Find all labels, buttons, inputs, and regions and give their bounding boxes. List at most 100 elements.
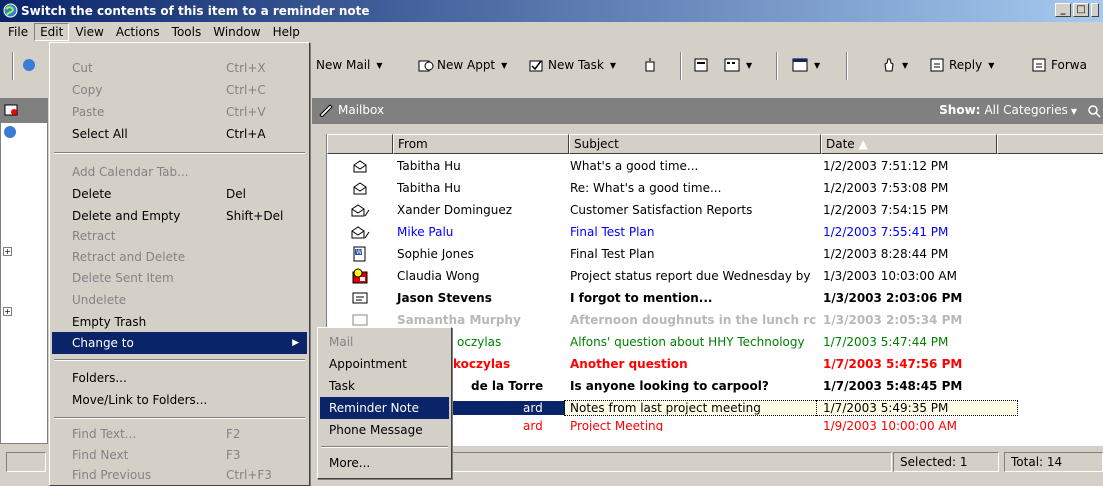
groupwise-globe-icon <box>3 3 18 18</box>
menu-item-undelete[interactable]: Undelete <box>52 289 307 311</box>
menu-item-cut[interactable]: Cut Ctrl+X <box>52 57 307 79</box>
chevron-down-icon[interactable]: ▼ <box>501 61 507 70</box>
change-to-submenu: Mail Appointment Task Reminder Note Phon… <box>317 327 452 479</box>
menu-view[interactable]: View <box>69 23 109 41</box>
menu-tools[interactable]: Tools <box>166 23 208 41</box>
menu-item-find-next[interactable]: Find Next F3 <box>52 444 307 466</box>
find-icon[interactable] <box>1087 104 1101 118</box>
menu-item-folders[interactable]: Folders... <box>52 367 307 389</box>
chevron-down-icon[interactable]: ▼ <box>376 61 382 70</box>
menu-item-label: Copy <box>72 83 103 97</box>
maximize-button[interactable]: □ <box>1073 3 1089 17</box>
column-from[interactable]: From <box>393 134 569 154</box>
message-subject: Project status report due Wednesday by <box>570 269 811 283</box>
address-book-icon <box>23 59 35 71</box>
table-row[interactable]: Tabitha Hu What's a good time... 1/2/200… <box>327 155 1103 177</box>
table-row[interactable]: Mike Palu Final Test Plan 1/2/2003 7:55:… <box>327 221 1103 243</box>
edit-menu: Cut Ctrl+X Copy Ctrl+C Paste Ctrl+V Select … <box>49 42 310 486</box>
folder-tree[interactable]: + + <box>0 122 48 444</box>
new-task-icon <box>529 60 543 72</box>
minimize-button[interactable]: _ <box>1055 3 1071 17</box>
menu-item-find-previous[interactable]: Find Previous Ctrl+F3 <box>52 464 307 486</box>
expand-icon[interactable]: + <box>3 247 12 256</box>
message-date: 1/7/2003 5:47:56 PM <box>823 357 963 371</box>
chevron-down-icon[interactable]: ▼ <box>902 61 908 70</box>
menu-item-paste[interactable]: Paste Ctrl+V <box>52 101 307 123</box>
new-note-button[interactable] <box>643 58 657 72</box>
message-date: 1/2/2003 7:51:12 PM <box>823 159 949 173</box>
submenu-item-reminder-note[interactable]: Reminder Note <box>320 397 449 419</box>
forward-button[interactable]: Forwa <box>1032 58 1087 72</box>
message-date: 1/7/2003 5:49:35 PM <box>816 400 1018 416</box>
calendar-view-button[interactable]: ▼ <box>792 58 820 72</box>
submenu-item-mail[interactable]: Mail <box>320 331 449 353</box>
show-label: Show: <box>939 103 981 117</box>
new-appt-button[interactable]: New Appt ▼ <box>418 58 507 72</box>
chevron-down-icon[interactable]: ▼ <box>746 61 752 70</box>
table-row[interactable]: Jason Stevens I forgot to mention... 1/3… <box>327 287 1103 309</box>
chevron-down-icon[interactable]: ▼ <box>988 61 994 70</box>
menu-item-copy[interactable]: Copy Ctrl+C <box>52 79 307 101</box>
menu-item-move-link[interactable]: Move/Link to Folders... <box>52 389 307 411</box>
reply-icon <box>930 58 944 72</box>
menu-item-retract[interactable]: Retract <box>52 225 307 247</box>
menu-window[interactable]: Window <box>207 23 266 41</box>
toolbar-separator <box>846 52 848 80</box>
menu-separator <box>54 417 305 419</box>
menu-item-change-to[interactable]: Change to ▶ <box>52 332 307 354</box>
category-filter[interactable]: Show: All Categories ▼ <box>939 103 1077 117</box>
new-task-button[interactable]: New Task ▼ <box>529 58 616 72</box>
view-button[interactable]: ▼ <box>724 58 752 72</box>
message-from: Jason Stevens <box>397 291 492 305</box>
menu-item-label: Find Text... <box>72 427 137 441</box>
message-date: 1/7/2003 5:48:45 PM <box>823 379 963 393</box>
menu-item-empty-trash[interactable]: Empty Trash <box>52 311 307 333</box>
menu-item-add-calendar-tab[interactable]: Add Calendar Tab... <box>52 161 307 183</box>
table-row[interactable]: Claudia Wong Project status report due W… <box>327 265 1103 287</box>
menu-edit[interactable]: Edit <box>34 23 70 41</box>
shortcut: Ctrl+V <box>226 105 266 119</box>
expand-icon[interactable]: + <box>3 307 12 316</box>
status-total: Total: 14 <box>1004 452 1103 472</box>
submenu-item-task[interactable]: Task <box>320 375 449 397</box>
address-book-button[interactable] <box>22 58 36 72</box>
new-note-icon <box>645 58 655 72</box>
close-button[interactable] <box>1091 3 1099 17</box>
menu-actions[interactable]: Actions <box>110 23 166 41</box>
menu-file[interactable]: File <box>2 23 34 41</box>
menu-item-delete-and-empty[interactable]: Delete and Empty Shift+Del <box>52 205 307 227</box>
toolbar-separator <box>776 52 778 80</box>
grab-button[interactable]: ▼ <box>882 58 908 72</box>
chevron-down-icon[interactable]: ▼ <box>814 61 820 70</box>
menu-item-delete[interactable]: Delete Del <box>52 183 307 205</box>
menu-item-retract-and-delete[interactable]: Retract and Delete <box>52 246 307 268</box>
column-date[interactable]: Date ▲ <box>821 134 997 154</box>
message-from: Sophie Jones <box>397 247 474 261</box>
menu-item-find-text[interactable]: Find Text... F2 <box>52 423 307 445</box>
folder-pane-header <box>0 98 48 122</box>
chevron-down-icon[interactable]: ▼ <box>1071 107 1077 116</box>
column-subject[interactable]: Subject <box>569 134 821 154</box>
menu-item-label: Cut <box>72 61 93 75</box>
table-row[interactable]: Xander Dominguez Customer Satisfaction R… <box>327 199 1103 221</box>
submenu-item-appointment[interactable]: Appointment <box>320 353 449 375</box>
submenu-item-more[interactable]: More... <box>320 452 449 474</box>
column-icon[interactable] <box>327 134 393 154</box>
new-mail-button[interactable]: New Mail ▼ <box>316 58 383 72</box>
menu-help[interactable]: Help <box>267 23 306 41</box>
message-date: 1/3/2003 2:03:06 PM <box>823 291 963 305</box>
reply-button[interactable]: Reply ▼ <box>930 58 994 72</box>
submenu-item-phone-message[interactable]: Phone Message <box>320 419 449 441</box>
new-mail-label: New Mail <box>316 58 371 72</box>
preview-button[interactable] <box>694 58 708 72</box>
menu-item-delete-sent-item[interactable]: Delete Sent Item <box>52 267 307 289</box>
table-row[interactable]: Tabitha Hu Re: What's a good time... 1/2… <box>327 177 1103 199</box>
message-date: 1/2/2003 7:54:15 PM <box>823 203 949 217</box>
column-extra[interactable] <box>997 134 1103 154</box>
message-from: Tabitha Hu <box>397 159 461 173</box>
message-date: 1/9/2003 10:00:00 AM <box>823 419 957 431</box>
menu-item-select-all[interactable]: Select All Ctrl+A <box>52 123 307 145</box>
table-row[interactable]: W Sophie Jones Final Test Plan 1/2/2003 … <box>327 243 1103 265</box>
message-date: 1/3/2003 10:03:00 AM <box>823 269 957 283</box>
chevron-down-icon[interactable]: ▼ <box>610 61 616 70</box>
